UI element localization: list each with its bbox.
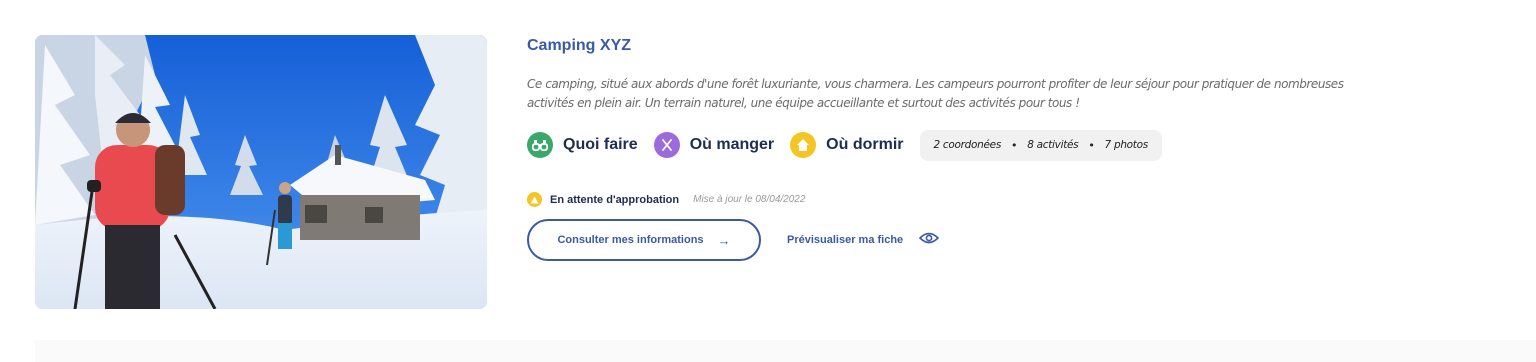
- listing-title: Camping XYZ: [527, 37, 632, 54]
- next-card-edge: [35, 340, 1536, 362]
- preview-listing-link[interactable]: Prévisualiser ma fiche: [787, 231, 940, 249]
- listing-photo: [35, 35, 487, 309]
- stat-coordinates: 2 coordonées: [933, 139, 1002, 151]
- listing-info: Camping XYZ Ce camping, situé aux abords…: [527, 0, 1427, 300]
- house-icon: [790, 132, 817, 158]
- stat-activities: 8 activités: [1027, 139, 1079, 151]
- consult-info-button[interactable]: Consulter mes informations →: [527, 219, 761, 261]
- approval-status: En attente d'approbation Mise à jour le …: [527, 192, 805, 207]
- tag-label: Où dormir: [826, 136, 904, 153]
- listing-stats: 2 coordonées • 8 activités • 7 photos: [919, 129, 1162, 161]
- tag-label: Quoi faire: [563, 136, 638, 153]
- separator: •: [1088, 138, 1095, 152]
- eye-icon: [919, 231, 940, 249]
- tag-label: Où manger: [689, 136, 775, 153]
- binoculars-icon: [527, 132, 553, 158]
- tag-ou-manger: Où manger: [653, 132, 775, 158]
- tag-quoi-faire: Quoi faire: [527, 132, 638, 158]
- listing-description: Ce camping, situé aux abords d'une forêt…: [527, 77, 1344, 110]
- stat-photos: 7 photos: [1104, 139, 1149, 151]
- preview-label: Prévisualiser ma fiche: [787, 234, 904, 246]
- separator: •: [1011, 138, 1018, 152]
- consult-label: Consulter mes informations: [557, 234, 704, 246]
- arrow-right-icon: →: [717, 232, 731, 248]
- status-label: En attente d'approbation: [550, 193, 680, 206]
- tag-ou-dormir: Où dormir: [790, 132, 904, 158]
- category-tags: Quoi faire Où manger Où dormir 2 coordon…: [527, 129, 1162, 161]
- utensils-icon: [653, 132, 680, 158]
- snowshoe-hikers-cabin-photo: [35, 35, 487, 309]
- last-updated: Mise à jour le 08/04/2022: [693, 194, 806, 205]
- warning-icon: [527, 192, 542, 207]
